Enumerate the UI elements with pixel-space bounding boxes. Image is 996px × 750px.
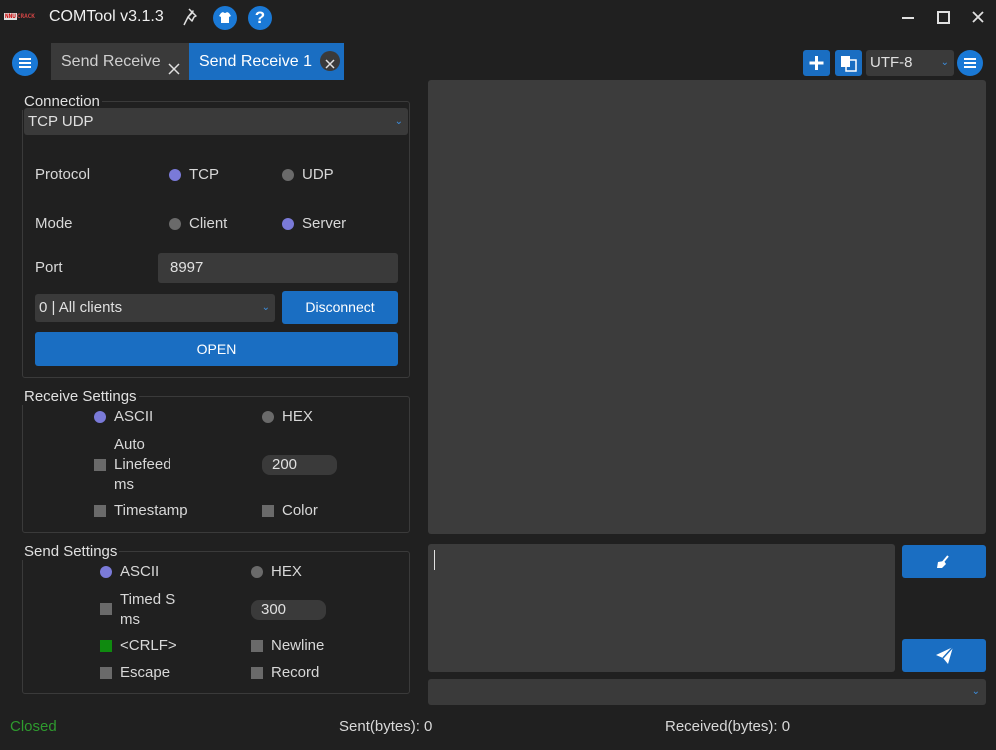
received-bytes: Received(bytes): 0: [665, 718, 791, 735]
clear-button[interactable]: [902, 545, 986, 578]
connection-type-value: TCP UDP: [28, 113, 94, 130]
protocol-label: Protocol: [35, 166, 91, 183]
tab-label: Send Receive: [61, 53, 161, 70]
pin-icon[interactable]: [182, 7, 202, 27]
translate-button[interactable]: [835, 50, 862, 76]
timestamp-checkbox[interactable]: [94, 505, 106, 517]
udp-label: UDP: [302, 166, 334, 183]
window-title: COMTool v3.1.3: [49, 8, 164, 25]
connection-type-select[interactable]: TCP UDP ⌄: [24, 108, 408, 135]
chevron-down-icon: ⌄: [394, 116, 403, 127]
clients-select[interactable]: 0 | All clients ⌄: [35, 294, 275, 322]
app-logo: NNUCRACK: [4, 13, 35, 20]
newline-label: Newline: [271, 637, 325, 654]
receive-hex-label: HEX: [282, 408, 313, 425]
crlf-checkbox[interactable]: [100, 640, 112, 652]
client-radio[interactable]: [169, 218, 181, 230]
chevron-down-icon: ⌄: [971, 686, 980, 697]
minimize-icon[interactable]: [896, 6, 920, 30]
tcp-radio[interactable]: [169, 169, 181, 181]
send-hex-radio[interactable]: [251, 566, 263, 578]
receive-settings-title: Receive Settings: [22, 388, 139, 405]
encoding-select[interactable]: UTF-8 ⌄: [866, 50, 954, 76]
left-menu-icon[interactable]: [12, 50, 38, 76]
receive-ascii-radio[interactable]: [94, 411, 106, 423]
tab-send-receive-1[interactable]: Send Receive 1: [189, 43, 344, 80]
send-textarea[interactable]: [428, 544, 895, 672]
receive-settings-group: [22, 396, 410, 533]
send-settings-title: Send Settings: [22, 543, 120, 560]
open-button[interactable]: OPEN: [35, 332, 398, 366]
connection-status: Closed: [10, 718, 57, 735]
port-label: Port: [35, 259, 63, 276]
help-icon[interactable]: ?: [248, 6, 272, 30]
auto-linefeed-ms-input[interactable]: 200: [262, 455, 337, 475]
server-label: Server: [302, 215, 347, 232]
color-checkbox[interactable]: [262, 505, 274, 517]
timed-send-checkbox[interactable]: [100, 603, 112, 615]
clients-value: 0 | All clients: [39, 299, 123, 316]
disconnect-button[interactable]: Disconnect: [282, 291, 398, 324]
send-history-select[interactable]: ⌄: [428, 679, 986, 705]
add-tab-button[interactable]: [803, 50, 830, 76]
sent-bytes: Sent(bytes): 0: [339, 718, 433, 735]
close-tab-icon[interactable]: [320, 51, 340, 71]
port-input[interactable]: 8997: [158, 253, 398, 283]
send-settings-group: [22, 551, 410, 694]
color-label: Color: [282, 502, 318, 519]
timed-send-ms-input[interactable]: 300: [251, 600, 326, 620]
send-button[interactable]: [902, 639, 986, 672]
maximize-icon[interactable]: [931, 6, 955, 30]
crlf-label: <CRLF>: [120, 637, 177, 654]
tab-label: Send Receive 1: [199, 53, 312, 70]
send-hex-label: HEX: [271, 563, 302, 580]
server-radio[interactable]: [282, 218, 294, 230]
close-tab-icon[interactable]: [167, 53, 181, 75]
newline-checkbox[interactable]: [251, 640, 263, 652]
udp-radio[interactable]: [282, 169, 294, 181]
broom-icon: [937, 555, 949, 568]
text-caret: [434, 550, 435, 570]
encoding-value: UTF-8: [870, 54, 913, 71]
receive-hex-radio[interactable]: [262, 411, 274, 423]
skin-icon[interactable]: [213, 6, 237, 30]
mode-label: Mode: [35, 215, 73, 232]
client-label: Client: [189, 215, 228, 232]
timestamp-label: Timestamp: [114, 502, 188, 519]
right-menu-icon[interactable]: [957, 50, 983, 76]
close-icon[interactable]: [966, 6, 990, 30]
record-checkbox[interactable]: [251, 667, 263, 679]
tab-send-receive[interactable]: Send Receive: [51, 43, 189, 80]
auto-linefeed-label: Auto Linefeed ms: [114, 436, 170, 493]
chevron-down-icon: ⌄: [940, 57, 949, 68]
escape-label: Escape: [120, 664, 171, 681]
receive-textarea[interactable]: [428, 80, 986, 534]
chevron-down-icon: ⌄: [261, 302, 270, 313]
paper-plane-icon: [936, 646, 954, 664]
record-label: Record: [271, 664, 320, 681]
timed-send-label: Timed Send ms: [120, 591, 176, 628]
send-ascii-radio[interactable]: [100, 566, 112, 578]
receive-ascii-label: ASCII: [114, 408, 154, 425]
auto-linefeed-checkbox[interactable]: [94, 459, 106, 471]
tcp-label: TCP: [189, 166, 219, 183]
send-ascii-label: ASCII: [120, 563, 160, 580]
escape-checkbox[interactable]: [100, 667, 112, 679]
